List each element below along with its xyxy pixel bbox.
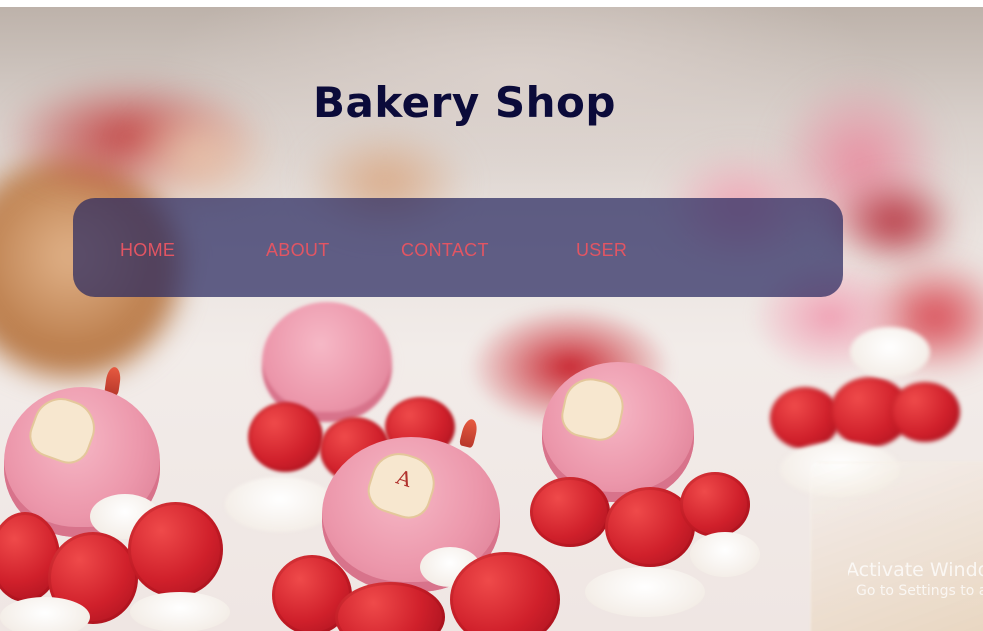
raspberry (890, 382, 960, 442)
raspberry (450, 552, 560, 631)
cream (585, 567, 705, 617)
leaf-garnish (458, 417, 480, 449)
cream (225, 477, 335, 532)
nav-link-about[interactable]: ABOUT (266, 240, 330, 261)
main-navigation: HOME ABOUT CONTACT USER (73, 198, 843, 297)
cream (0, 597, 90, 631)
raspberry (770, 387, 840, 449)
site-title: Bakery Shop (313, 78, 616, 127)
nav-link-contact[interactable]: CONTACT (401, 240, 489, 261)
glass-display-box (810, 462, 983, 631)
raspberry (530, 477, 610, 547)
windows-activation-watermark: Activate Windows Go to Settings to activ… (848, 559, 983, 599)
raspberry (680, 472, 750, 537)
watermark-subtitle: Go to Settings to activate Windows. (856, 583, 983, 599)
raspberry (128, 502, 223, 597)
cream (690, 532, 760, 577)
raspberry (248, 402, 323, 472)
nav-link-home[interactable]: HOME (120, 240, 175, 261)
pastry-blur (830, 177, 960, 267)
cream (850, 327, 930, 377)
cream (130, 592, 230, 631)
nav-link-user[interactable]: USER (576, 240, 627, 261)
top-strip (0, 0, 983, 7)
watermark-title: Activate Windows (848, 559, 983, 581)
